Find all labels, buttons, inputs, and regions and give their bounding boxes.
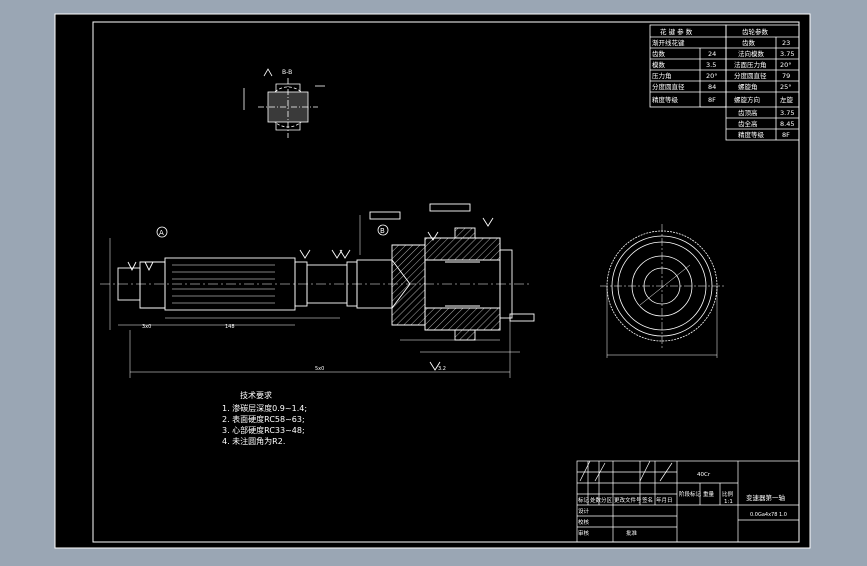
spline-row-0-label: 渐开线花键 [652, 38, 685, 47]
dimension-total: 5x0 [315, 366, 324, 372]
gear-row-6-label: 齿顶高 [738, 108, 758, 117]
tech-req-item-2: 2. 表面硬度RC58~63; [222, 414, 305, 424]
spline-row-4-value: 84 [708, 83, 716, 91]
section-label: B-B [282, 69, 292, 76]
dimension-mid: 148 [225, 324, 235, 330]
gear-row-4-label: 螺旋角 [738, 82, 758, 91]
spline-row-5-value: 8F [708, 96, 716, 104]
roughness-value: 3.2 [438, 366, 446, 372]
engineering-drawing: 花 键 参 数 齿轮参数 渐开线花键 齿数 24 模数 3.5 压力角 20° … [54, 13, 811, 549]
gear-row-3-value: 79 [782, 72, 790, 80]
tech-req-item-4: 4. 未注圆角为R2. [222, 436, 285, 446]
gear-row-8-value: 8F [782, 131, 790, 139]
datum-a-label: A [159, 229, 164, 237]
gear-row-3-label: 分度圆直径 [734, 71, 767, 80]
title-block-weight-1: 重量 [703, 490, 715, 498]
datum-b-label: B [380, 227, 385, 235]
gear-row-5-value: 左旋 [780, 95, 794, 104]
title-block-header-5: 年月日 [656, 496, 673, 504]
gear-row-0-label: 齿数 [742, 38, 756, 47]
title-block-part-name: 变速器第一轴 [746, 493, 786, 502]
spline-row-2-value: 3.5 [706, 61, 716, 69]
spline-row-3-label: 压力角 [652, 71, 672, 80]
spline-row-3-value: 20° [706, 72, 718, 80]
gear-row-4-value: 25° [780, 83, 792, 91]
spline-row-1-value: 24 [708, 50, 716, 58]
title-block-drawing-no: 0.0Ga4x78 1.0 [750, 512, 787, 518]
spline-row-4-label: 分度圆直径 [652, 82, 685, 91]
title-block-scale: 1:1 [724, 499, 733, 505]
gear-row-7-label: 齿全高 [738, 119, 758, 128]
spline-row-1-label: 齿数 [652, 49, 666, 58]
tech-req-item-1: 1. 渗碳层深度0.9~1.4; [222, 403, 307, 413]
title-block-label-2: 审核 [578, 529, 590, 537]
title-block-material: 40Cr [697, 472, 711, 478]
gear-row-2-label: 法面压力角 [734, 60, 767, 69]
title-block-header-0: 标记 [578, 496, 590, 504]
gear-table-title: 齿轮参数 [742, 27, 769, 36]
tech-req-title: 技术要求 [240, 390, 272, 400]
title-block-weight-2: 比例 [722, 490, 734, 498]
tech-req-item-3: 3. 心部硬度RC33~48; [222, 425, 305, 435]
spline-row-5-label: 精度等级 [652, 95, 679, 104]
gear-row-1-label: 法向模数 [738, 49, 765, 58]
gear-row-0-value: 23 [782, 39, 790, 47]
drawing-canvas [54, 13, 811, 549]
spline-row-2-label: 模数 [652, 60, 666, 69]
title-block-label-0: 设计 [578, 507, 590, 515]
spline-table-title: 花 键 参 数 [660, 27, 693, 36]
title-block-weight-0: 阶段标记 [679, 490, 702, 498]
dimension-left: 3x0 [142, 324, 151, 330]
title-block-label-1: 校核 [578, 518, 590, 526]
gear-row-5-label: 螺旋方向 [734, 95, 760, 104]
title-block-label-5: 批准 [626, 529, 638, 537]
title-block-header-4: 签名 [642, 496, 653, 504]
gear-row-8-label: 精度等级 [738, 130, 765, 139]
gear-row-7-value: 8.45 [780, 120, 794, 128]
gear-row-6-value: 3.75 [780, 109, 794, 117]
title-block-header-3: 更改文件号 [614, 496, 642, 504]
title-block-header-1: 处数 [590, 496, 602, 504]
gear-row-1-value: 3.75 [780, 50, 794, 58]
title-block-header-2: 分区 [601, 496, 613, 504]
cad-drawing-window: 花 键 参 数 齿轮参数 渐开线花键 齿数 24 模数 3.5 压力角 20° … [0, 0, 867, 562]
gear-row-2-value: 20° [780, 61, 792, 69]
